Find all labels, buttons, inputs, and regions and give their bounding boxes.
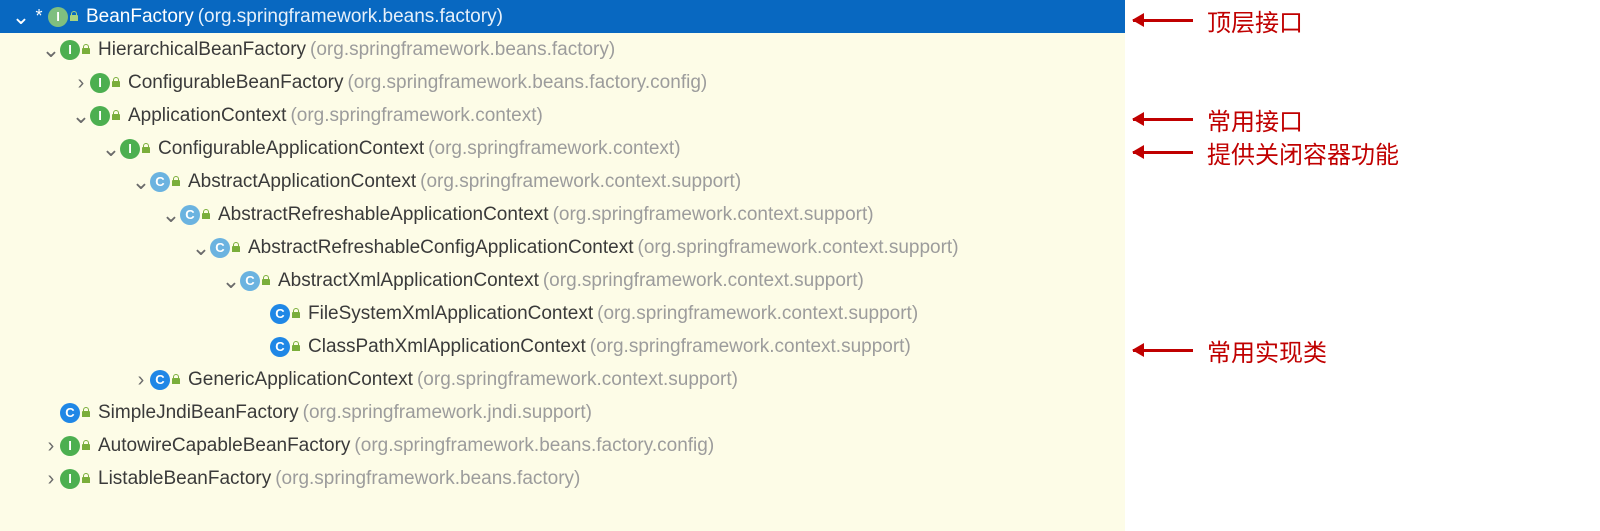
annotation-text: 顶层接口	[1207, 3, 1303, 38]
annotation-text: 常用接口	[1207, 102, 1303, 137]
tree-row[interactable]: ›I AutowireCapableBeanFactory (org.spring…	[0, 429, 1125, 462]
type-name: ApplicationContext	[128, 105, 286, 127]
package-label: (org.springframework.context)	[428, 138, 680, 160]
star-icon: *	[32, 6, 46, 27]
package-label: (org.springframework.beans.factory)	[310, 39, 615, 61]
tree-row[interactable]: ⌄I HierarchicalBeanFactory (org.springfra…	[0, 33, 1125, 66]
type-name: FileSystemXmlApplicationContext	[308, 303, 593, 325]
package-label: (org.springframework.context.support)	[597, 303, 918, 325]
tree-row[interactable]: ⌄I ApplicationContext (org.springframewor…	[0, 99, 1125, 132]
type-name: ListableBeanFactory	[98, 468, 271, 490]
hierarchy-tree[interactable]: ⌄*IBeanFactory (org.springframework.bean…	[0, 0, 1125, 531]
class-icon: C	[180, 205, 200, 225]
type-name: AbstractXmlApplicationContext	[278, 270, 539, 292]
tree-row[interactable]: C ClassPathXmlApplicationContext (org.spr…	[0, 330, 1125, 363]
type-name: ConfigurableBeanFactory	[128, 72, 343, 94]
package-label: (org.springframework.context.support)	[590, 336, 911, 358]
annotation: 顶层接口	[1133, 3, 1303, 38]
chevron-right-icon[interactable]: ›	[72, 76, 90, 90]
class-icon: C	[150, 172, 170, 192]
package-label: (org.springframework.context.support)	[638, 237, 959, 259]
chevron-down-icon[interactable]: ⌄	[72, 109, 90, 123]
arrow-left-icon	[1133, 349, 1193, 352]
package-label: (org.springframework.context.support)	[553, 204, 874, 226]
package-label: (org.springframework.beans.factory)	[275, 468, 580, 490]
type-name: AutowireCapableBeanFactory	[98, 435, 350, 457]
chevron-down-icon[interactable]: ⌄	[162, 208, 180, 222]
arrow-left-icon	[1133, 151, 1193, 154]
type-name: HierarchicalBeanFactory	[98, 39, 306, 61]
tree-row[interactable]: ⌄I ConfigurableApplicationContext (org.sp…	[0, 132, 1125, 165]
package-label: (org.springframework.context.support)	[420, 171, 741, 193]
tree-row[interactable]: ›C GenericApplicationContext (org.springf…	[0, 363, 1125, 396]
arrow-left-icon	[1133, 118, 1193, 121]
chevron-down-icon[interactable]: ⌄	[192, 241, 210, 255]
tree-row[interactable]: ⌄*I BeanFactory (org.springframework.bean…	[0, 0, 1125, 33]
chevron-down-icon[interactable]: ⌄	[132, 175, 150, 189]
chevron-right-icon[interactable]: ›	[132, 373, 150, 387]
type-name: SimpleJndiBeanFactory	[98, 402, 299, 424]
chevron-right-icon[interactable]: ›	[42, 439, 60, 453]
interface-icon: I	[120, 139, 140, 159]
annotation-panel: 顶层接口常用接口提供关闭容器功能常用实现类	[1125, 0, 1600, 531]
tree-row[interactable]: ›I ConfigurableBeanFactory (org.springfra…	[0, 66, 1125, 99]
chevron-right-icon[interactable]: ›	[42, 472, 60, 486]
type-name: ConfigurableApplicationContext	[158, 138, 424, 160]
class-icon: C	[240, 271, 260, 291]
package-label: (org.springframework.beans.factory.confi…	[354, 435, 714, 457]
annotation-text: 常用实现类	[1207, 333, 1327, 368]
tree-row[interactable]: ⌄C AbstractRefreshableConfigApplicationCo…	[0, 231, 1125, 264]
annotation: 提供关闭容器功能	[1133, 135, 1399, 170]
interface-icon: I	[60, 40, 80, 60]
tree-row[interactable]: C FileSystemXmlApplicationContext (org.sp…	[0, 297, 1125, 330]
class-icon: C	[150, 370, 170, 390]
type-name: AbstractRefreshableConfigApplicationCont…	[248, 237, 634, 259]
annotation: 常用接口	[1133, 102, 1303, 137]
interface-icon: I	[60, 436, 80, 456]
package-label: (org.springframework.beans.factory.confi…	[347, 72, 707, 94]
type-name: BeanFactory	[86, 6, 194, 28]
chevron-down-icon[interactable]: ⌄	[12, 10, 30, 24]
interface-icon: I	[90, 73, 110, 93]
package-label: (org.springframework.jndi.support)	[303, 402, 592, 424]
type-name: ClassPathXmlApplicationContext	[308, 336, 586, 358]
interface-icon: I	[48, 7, 68, 27]
arrow-left-icon	[1133, 19, 1193, 22]
type-name: GenericApplicationContext	[188, 369, 413, 391]
tree-row[interactable]: ⌄CAbstractRefreshableApplicationContext …	[0, 198, 1125, 231]
type-name: AbstractApplicationContext	[188, 171, 416, 193]
annotation-text: 提供关闭容器功能	[1207, 135, 1399, 170]
class-icon: C	[210, 238, 230, 258]
tree-row[interactable]: C SimpleJndiBeanFactory (org.springframew…	[0, 396, 1125, 429]
package-label: (org.springframework.context.support)	[543, 270, 864, 292]
class-icon: C	[60, 403, 80, 423]
interface-icon: I	[60, 469, 80, 489]
package-label: (org.springframework.context.support)	[417, 369, 738, 391]
package-label: (org.springframework.context)	[290, 105, 542, 127]
chevron-down-icon[interactable]: ⌄	[42, 43, 60, 57]
tree-row[interactable]: ›I ListableBeanFactory (org.springframewo…	[0, 462, 1125, 495]
chevron-down-icon[interactable]: ⌄	[222, 274, 240, 288]
class-icon: C	[270, 337, 290, 357]
chevron-down-icon[interactable]: ⌄	[102, 142, 120, 156]
type-name: AbstractRefreshableApplicationContext	[218, 204, 549, 226]
interface-icon: I	[90, 106, 110, 126]
annotation: 常用实现类	[1133, 333, 1327, 368]
tree-row[interactable]: ⌄C AbstractXmlApplicationContext (org.spr…	[0, 264, 1125, 297]
class-icon: C	[270, 304, 290, 324]
package-label: (org.springframework.beans.factory)	[198, 6, 503, 28]
tree-row[interactable]: ⌄C AbstractApplicationContext (org.spring…	[0, 165, 1125, 198]
